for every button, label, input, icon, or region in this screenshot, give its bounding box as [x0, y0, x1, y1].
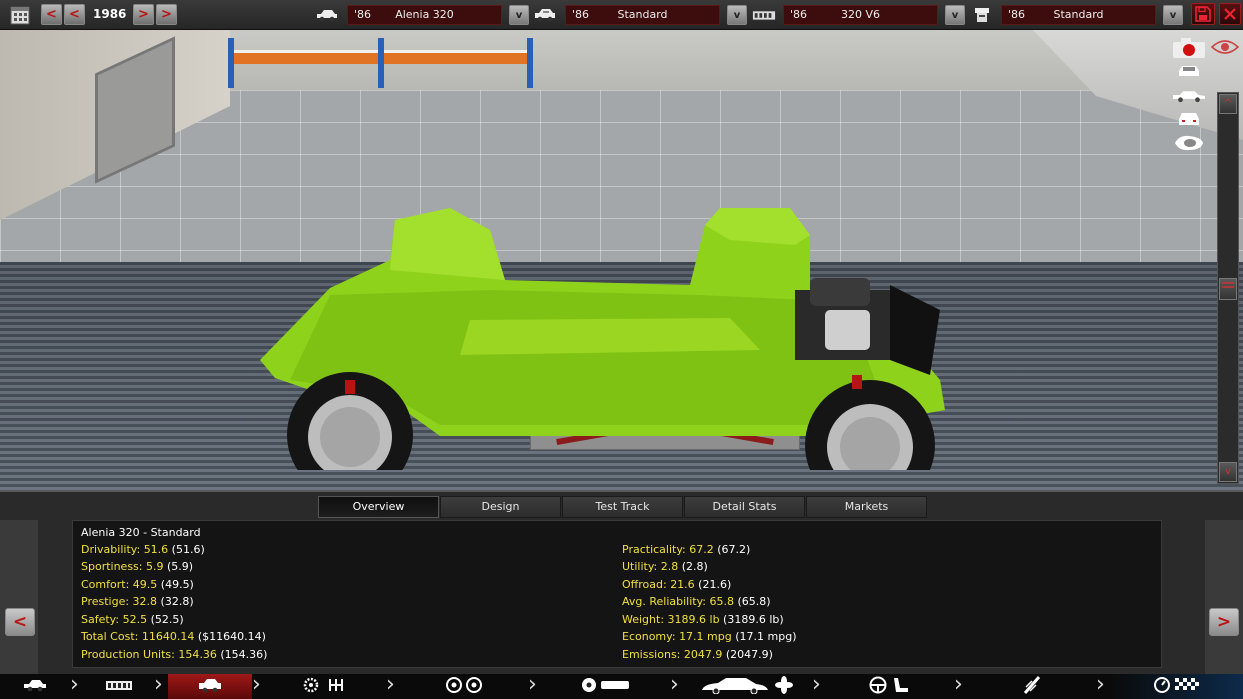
stat-economy: Economy: 17.1 mpg (17.1 mpg)	[622, 630, 797, 643]
interior-icon	[868, 676, 912, 697]
tab-detail-stats[interactable]: Detail Stats	[684, 496, 805, 518]
engine-trim-icon	[970, 7, 994, 23]
eye-icon[interactable]	[1210, 38, 1240, 56]
stat-comfort: Comfort: 49.5 (49.5)	[81, 578, 194, 591]
camera-icon[interactable]	[1170, 36, 1208, 60]
tab-design[interactable]: Design	[440, 496, 561, 518]
year-prev-all-button[interactable]: <	[41, 4, 62, 25]
stat-offroad: Offroad: 21.6 (21.6)	[622, 578, 732, 591]
stat-practicality: Practicality: 67.2 (67.2)	[622, 543, 751, 556]
car-front-view-icon[interactable]	[1172, 62, 1206, 80]
panel-side-right: >	[1205, 520, 1243, 676]
chevron-right-icon: ›	[1096, 672, 1105, 697]
tab-markets[interactable]: Markets	[806, 496, 927, 518]
engine-trim-dropdown-button[interactable]: v	[1163, 5, 1183, 25]
body-aero-icon	[700, 676, 796, 697]
chevron-right-icon: ›	[528, 672, 537, 697]
model-select[interactable]: '86 Alenia 320	[347, 5, 502, 25]
engine-name: 320 V6	[840, 8, 880, 21]
car-model-icon	[22, 678, 48, 695]
year-prev-button[interactable]: <	[64, 4, 85, 25]
chassis-icon	[105, 678, 133, 695]
nav-engine-gearbox[interactable]	[266, 674, 386, 699]
tab-overview[interactable]: Overview	[318, 496, 439, 518]
nav-trim[interactable]	[168, 674, 252, 699]
car-model-icon	[315, 7, 339, 23]
engine-dropdown-button[interactable]: v	[945, 5, 965, 25]
nav-suspension[interactable]	[968, 674, 1096, 699]
stat-avg-reliability: Avg. Reliability: 65.8 (65.8)	[622, 595, 771, 608]
zoom-up-button[interactable]: ^	[1219, 94, 1237, 114]
stat-prestige: Prestige: 32.8 (32.8)	[81, 595, 194, 608]
car-3d-viewport[interactable]: ^ v	[0, 30, 1243, 490]
zoom-down-button[interactable]: v	[1219, 462, 1237, 482]
stat-sportiness: Sportiness: 5.9 (5.9)	[81, 560, 194, 573]
year-display: 1986	[93, 7, 127, 21]
save-icon[interactable]	[1191, 3, 1215, 25]
wheels-icon	[443, 677, 485, 696]
chevron-right-icon: ›	[386, 672, 395, 697]
car-side-view-icon[interactable]	[1172, 87, 1206, 105]
stat-drivability: Drivability: 51.6 (51.6)	[81, 543, 205, 556]
car-chassis-render	[260, 208, 945, 470]
top-bar: < < 1986 > > '86 Alenia 320 v '86 Standa…	[0, 0, 1243, 30]
trim-icon	[197, 677, 223, 696]
year-next-all-button[interactable]: >	[156, 4, 177, 25]
car-title: Alenia 320 - Standard	[81, 526, 201, 539]
nav-wheels[interactable]	[400, 674, 528, 699]
overview-stats: Alenia 320 - Standard Drivability: 51.6 …	[72, 520, 1162, 668]
garage-shelf	[228, 38, 533, 88]
zoom-slider-handle[interactable]	[1219, 278, 1237, 300]
chevron-right-icon: ›	[70, 672, 79, 697]
close-icon[interactable]	[1219, 3, 1241, 25]
panel-tabs: Overview Design Test Track Detail Stats …	[318, 496, 928, 518]
trim-select[interactable]: '86 Standard	[565, 5, 720, 25]
car-top-view-icon[interactable]	[1172, 134, 1206, 152]
trim-name: Standard	[617, 8, 668, 21]
zoom-scrollbar[interactable]: ^ v	[1217, 92, 1239, 484]
trim-dropdown-button[interactable]: v	[727, 5, 747, 25]
engine-select[interactable]: '86 320 V6	[783, 5, 938, 25]
nav-chassis[interactable]	[84, 674, 154, 699]
panel-side-left: <	[0, 520, 38, 676]
chevron-right-icon: ›	[154, 672, 163, 697]
model-dropdown-button[interactable]: v	[509, 5, 529, 25]
stat-emissions: Emissions: 2047.9 (2047.9)	[622, 648, 773, 661]
nav-brakes[interactable]	[542, 674, 670, 699]
engine-icon	[752, 7, 776, 23]
stat-total-cost: Total Cost: 11640.14 ($11640.14)	[81, 630, 266, 643]
designer-step-nav: › › › › › › › › ›	[0, 674, 1243, 699]
chevron-right-icon: ›	[954, 672, 963, 697]
car-rear-view-icon[interactable]	[1172, 110, 1206, 128]
suspension-icon	[1021, 675, 1043, 698]
info-panel: Overview Design Test Track Detail Stats …	[0, 490, 1243, 676]
engine-gearbox-icon	[302, 677, 350, 696]
stat-production-units: Production Units: 154.36 (154.36)	[81, 648, 268, 661]
test-finish-icon	[1153, 676, 1201, 697]
stat-weight: Weight: 3189.6 lb (3189.6 lb)	[622, 613, 784, 626]
chevron-right-icon: ›	[812, 672, 821, 697]
nav-test-finish[interactable]	[1110, 674, 1243, 699]
tab-test-track[interactable]: Test Track	[562, 496, 683, 518]
engine-trim-name: Standard	[1053, 8, 1104, 21]
calendar-icon[interactable]	[8, 4, 32, 26]
stat-utility: Utility: 2.8 (2.8)	[622, 560, 708, 573]
chevron-right-icon: ›	[252, 672, 261, 697]
nav-car-model[interactable]	[0, 674, 70, 699]
engine-trim-select[interactable]: '86 Standard	[1001, 5, 1156, 25]
trim-icon	[533, 7, 557, 23]
nav-interior[interactable]	[826, 674, 954, 699]
stat-safety: Safety: 52.5 (52.5)	[81, 613, 184, 626]
year-next-button[interactable]: >	[133, 4, 154, 25]
chevron-right-icon: ›	[670, 672, 679, 697]
nav-body-aero[interactable]	[684, 674, 812, 699]
previous-page-button[interactable]: <	[5, 608, 35, 636]
model-name: Alenia 320	[395, 8, 454, 21]
next-page-button[interactable]: >	[1209, 608, 1239, 636]
brakes-icon	[579, 677, 633, 696]
